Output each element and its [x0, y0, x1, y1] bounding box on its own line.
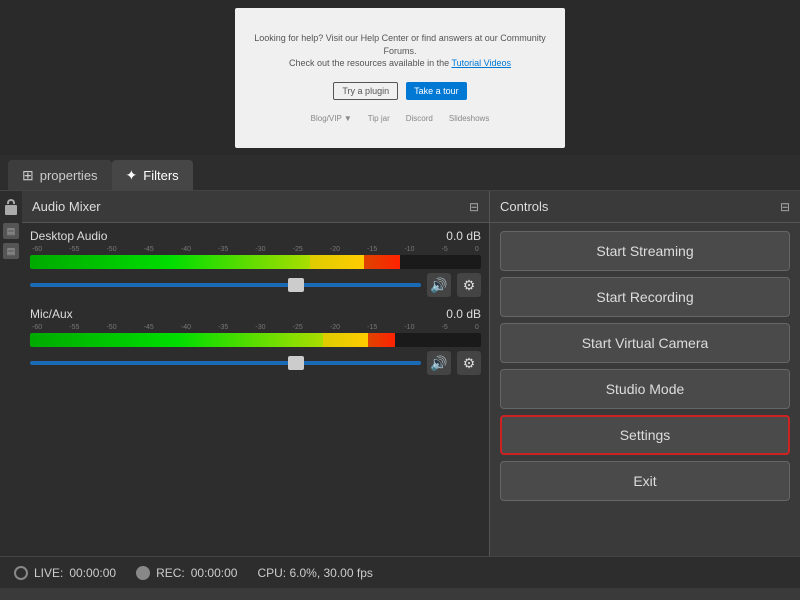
desktop-audio-thumb[interactable]: [288, 278, 304, 292]
desktop-audio-controls: 🔊 ⚙: [30, 273, 481, 297]
audio-channels: Desktop Audio 0.0 dB -60 -55 -50 -45 -40…: [22, 223, 489, 556]
mic-aux-settings[interactable]: ⚙: [457, 351, 481, 375]
preview-bottom-slideshows[interactable]: Slideshows: [449, 114, 489, 123]
desktop-audio-db: 0.0 dB: [446, 229, 481, 243]
live-indicator: [14, 566, 28, 580]
controls-buttons: Start Streaming Start Recording Start Vi…: [490, 223, 800, 556]
filters-icon: ✦: [126, 167, 138, 184]
cpu-status: CPU: 6.0%, 30.00 fps: [257, 566, 372, 580]
tab-filters-label: Filters: [143, 168, 178, 183]
mic-aux-name: Mic/Aux: [30, 307, 73, 321]
mic-aux-slider[interactable]: [30, 361, 421, 365]
tab-properties-label: properties: [40, 168, 98, 183]
desktop-audio-slider[interactable]: [30, 283, 421, 287]
tab-filters[interactable]: ✦ Filters: [112, 160, 193, 190]
desktop-audio-header: Desktop Audio 0.0 dB: [30, 229, 481, 243]
preview-content: Looking for help? Visit our Help Center …: [235, 8, 565, 148]
take-tour-button[interactable]: Take a tour: [406, 82, 467, 100]
sidebar-icon-2: ▤: [3, 243, 19, 259]
mic-aux-ticks: -60 -55 -50 -45 -40 -35 -30 -25 -20 -15 …: [30, 324, 481, 331]
controls-collapse[interactable]: ⊟: [780, 200, 790, 214]
audio-mixer-collapse[interactable]: ⊟: [469, 200, 479, 214]
mic-aux-mute[interactable]: 🔊: [427, 351, 451, 375]
rec-status: REC: 00:00:00: [136, 566, 237, 580]
properties-icon: ⊞: [22, 167, 34, 184]
audio-mixer-panel: Audio Mixer ⊟ Desktop Audio 0.0 dB -60 -…: [22, 191, 490, 556]
sidebar-icon-1: ▤: [3, 223, 19, 239]
rec-label: REC:: [156, 566, 185, 580]
desktop-audio-settings[interactable]: ⚙: [457, 273, 481, 297]
tab-properties[interactable]: ⊞ properties: [8, 160, 112, 190]
studio-mode-button[interactable]: Studio Mode: [500, 369, 790, 409]
tabs-row: ⊞ properties ✦ Filters: [0, 155, 800, 191]
mic-aux-thumb[interactable]: [288, 356, 304, 370]
preview-bottom-discord[interactable]: Discord: [406, 114, 433, 123]
desktop-audio-name: Desktop Audio: [30, 229, 107, 243]
rec-time: 00:00:00: [191, 566, 238, 580]
try-plugin-button[interactable]: Try a plugin: [333, 82, 398, 100]
desktop-audio-ticks: -60 -55 -50 -45 -40 -35 -30 -25 -20 -15 …: [30, 246, 481, 253]
preview-link[interactable]: Tutorial Videos: [451, 58, 511, 68]
lock-icon: [3, 199, 19, 219]
desktop-audio-mute[interactable]: 🔊: [427, 273, 451, 297]
rec-indicator: [136, 566, 150, 580]
main-content: ▤ ▤ Audio Mixer ⊟ Desktop Audio 0.0 dB -…: [0, 191, 800, 556]
controls-panel: Controls ⊟ Start Streaming Start Recordi…: [490, 191, 800, 556]
preview-buttons: Try a plugin Take a tour: [333, 82, 466, 100]
controls-header: Controls ⊟: [490, 191, 800, 223]
desktop-audio-meter: [30, 255, 481, 269]
mic-aux-controls: 🔊 ⚙: [30, 351, 481, 375]
left-sidebar: ▤ ▤: [0, 191, 22, 556]
audio-mixer-title: Audio Mixer: [32, 199, 101, 214]
start-streaming-button[interactable]: Start Streaming: [500, 231, 790, 271]
preview-bottom-tipjar[interactable]: Tip jar: [368, 114, 390, 123]
settings-button[interactable]: Settings: [500, 415, 790, 455]
preview-bottom-blog[interactable]: Blog/VIP ▼: [311, 114, 352, 123]
preview-text: Looking for help? Visit our Help Center …: [247, 32, 553, 70]
mic-aux-meter: [30, 333, 481, 347]
live-label: LIVE:: [34, 566, 63, 580]
cpu-label: CPU: 6.0%, 30.00 fps: [257, 566, 372, 580]
controls-title: Controls: [500, 199, 548, 214]
mic-aux-db: 0.0 dB: [446, 307, 481, 321]
status-bar: LIVE: 00:00:00 REC: 00:00:00 CPU: 6.0%, …: [0, 556, 800, 588]
audio-mixer-header: Audio Mixer ⊟: [22, 191, 489, 223]
mic-aux-channel: Mic/Aux 0.0 dB -60 -55 -50 -45 -40 -35 -…: [30, 307, 481, 375]
exit-button[interactable]: Exit: [500, 461, 790, 501]
live-time: 00:00:00: [69, 566, 116, 580]
preview-bottom-bar: Blog/VIP ▼ Tip jar Discord Slideshows: [311, 114, 490, 123]
live-status: LIVE: 00:00:00: [14, 566, 116, 580]
start-recording-button[interactable]: Start Recording: [500, 277, 790, 317]
mic-aux-header: Mic/Aux 0.0 dB: [30, 307, 481, 321]
desktop-audio-channel: Desktop Audio 0.0 dB -60 -55 -50 -45 -40…: [30, 229, 481, 297]
preview-area: Looking for help? Visit our Help Center …: [0, 0, 800, 155]
start-virtual-camera-button[interactable]: Start Virtual Camera: [500, 323, 790, 363]
